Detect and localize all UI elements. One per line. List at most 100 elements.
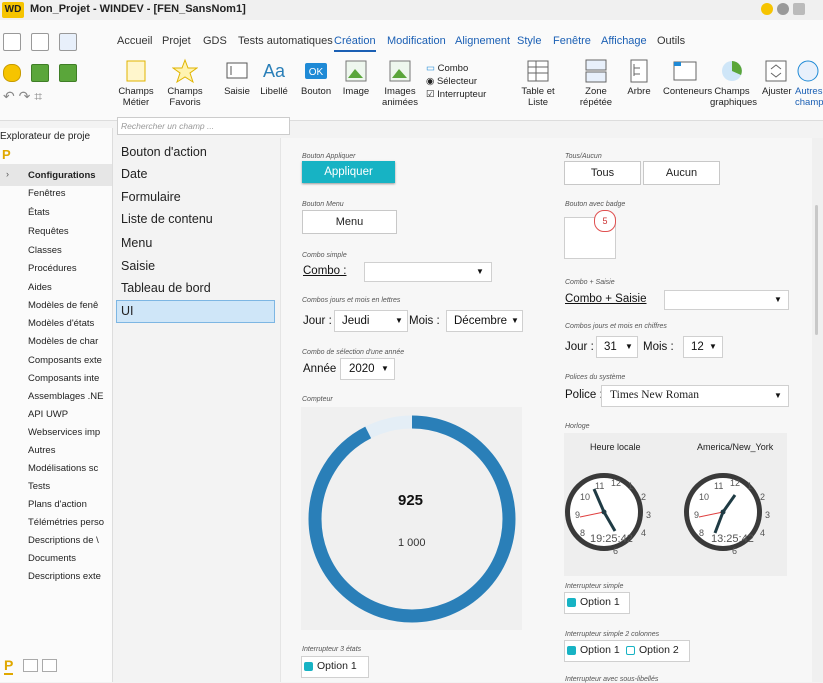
- libelle-button[interactable]: Aa Libellé: [259, 58, 289, 97]
- open-icon[interactable]: [31, 33, 49, 51]
- combo-select[interactable]: [364, 262, 492, 282]
- category-item[interactable]: Formulaire: [121, 190, 181, 204]
- combo-saisie-select[interactable]: [664, 290, 789, 310]
- explorer-item[interactable]: Modèles d'états: [28, 318, 110, 329]
- appliquer-button[interactable]: Appliquer: [302, 161, 395, 183]
- mois-value: Décembre: [454, 315, 508, 327]
- explorer-item[interactable]: États: [28, 207, 110, 218]
- explorer-item[interactable]: Télémétries perso: [28, 517, 110, 528]
- chevron-down-icon[interactable]: ▼: [395, 316, 403, 325]
- category-item[interactable]: Date: [121, 167, 147, 181]
- status-icon[interactable]: [761, 3, 773, 15]
- scrollbar-thumb[interactable]: [815, 205, 818, 335]
- table-liste-button[interactable]: Table et Liste: [520, 58, 556, 108]
- tous-button[interactable]: Tous: [564, 161, 641, 185]
- tab-style[interactable]: Style: [517, 35, 541, 47]
- arbre-button[interactable]: Arbre: [624, 58, 654, 97]
- clock-numeral: 3: [646, 510, 652, 520]
- chevron-down-icon[interactable]: ▼: [511, 316, 519, 325]
- explorer-item[interactable]: Modélisations sc: [28, 463, 110, 474]
- category-item-ui[interactable]: UI: [121, 304, 134, 318]
- chevron-down-icon[interactable]: ▼: [625, 342, 633, 351]
- explorer-item[interactable]: Documents: [28, 553, 110, 564]
- tab-tests[interactable]: Tests automatiques: [238, 35, 333, 47]
- interrupteur-button[interactable]: ☑ Interrupteur: [426, 89, 486, 100]
- explorer-item[interactable]: Modèles de char: [28, 336, 110, 347]
- window-tab-icon[interactable]: [42, 659, 57, 672]
- explorer-item[interactable]: Descriptions exte: [28, 571, 110, 582]
- images-animees-button[interactable]: Images animées: [382, 58, 418, 108]
- tab-projet[interactable]: Projet: [162, 35, 191, 47]
- ajuster-button[interactable]: Ajuster: [762, 58, 792, 97]
- explorer-item[interactable]: Fenêtres: [28, 188, 110, 199]
- checkbox-icon: ☑: [426, 89, 435, 100]
- category-item[interactable]: Tableau de bord: [121, 281, 211, 295]
- tab-fenetre[interactable]: Fenêtre: [553, 35, 591, 47]
- aucun-button[interactable]: Aucun: [643, 161, 720, 185]
- tab-accueil[interactable]: Accueil: [117, 35, 152, 47]
- explorer-item[interactable]: Webservices imp: [28, 427, 110, 438]
- combo-icon: ▭: [426, 63, 435, 74]
- chevron-down-icon[interactable]: ▼: [774, 295, 782, 304]
- tree-tab-icon[interactable]: [23, 659, 38, 672]
- test-icon[interactable]: [31, 64, 49, 82]
- tab-alignement[interactable]: Alignement: [455, 35, 510, 47]
- chevron-down-icon[interactable]: ▼: [709, 342, 717, 351]
- explorer-item[interactable]: Tests: [28, 481, 110, 492]
- tab-gds[interactable]: GDS: [203, 35, 227, 47]
- combo-button[interactable]: ▭ Combo: [426, 63, 468, 74]
- zone-repetee-icon: [583, 58, 609, 84]
- champs-graphiques-button[interactable]: Champs graphiques: [710, 58, 757, 108]
- explorer-item[interactable]: Plans d'action: [28, 499, 110, 510]
- tab-creation[interactable]: Création: [334, 35, 376, 52]
- checkbox-empty-icon[interactable]: [626, 646, 635, 655]
- explorer-item[interactable]: Assemblages .NE: [28, 391, 110, 402]
- category-item[interactable]: Liste de contenu: [121, 212, 213, 226]
- autres-champs-button[interactable]: Autres champ: [795, 58, 823, 108]
- explorer-item[interactable]: Classes: [28, 245, 110, 256]
- explorer-item[interactable]: Procédures: [28, 263, 110, 274]
- combo-field-label: Combo :: [303, 265, 347, 277]
- conteneurs-button[interactable]: Conteneurs: [663, 58, 712, 97]
- explorer-item[interactable]: Configurations: [28, 170, 110, 181]
- search-input[interactable]: Rechercher un champ ...: [117, 117, 290, 135]
- jour-label: Jour :: [303, 315, 332, 327]
- category-item[interactable]: Saisie: [121, 259, 155, 273]
- explorer-item[interactable]: Composants exte: [28, 355, 110, 366]
- window-icon[interactable]: [793, 3, 805, 15]
- chevron-down-icon[interactable]: ▼: [774, 391, 782, 400]
- explorer-item[interactable]: Aides: [28, 282, 110, 293]
- save-icon[interactable]: [59, 33, 77, 51]
- explorer-item[interactable]: Descriptions de \: [28, 535, 110, 546]
- chevron-right-icon[interactable]: ›: [6, 169, 9, 179]
- tab-affichage[interactable]: Affichage: [601, 35, 647, 47]
- saisie-button[interactable]: Saisie: [222, 58, 252, 97]
- menu-button[interactable]: Menu: [302, 210, 397, 234]
- bouton-button[interactable]: OK Bouton: [301, 58, 331, 97]
- selecteur-button[interactable]: ◉ Sélecteur: [426, 76, 477, 87]
- explorer-item[interactable]: API UWP: [28, 409, 110, 420]
- project-tab-icon[interactable]: P: [4, 657, 14, 675]
- category-item[interactable]: Bouton d'action: [121, 145, 207, 159]
- tab-outils[interactable]: Outils: [657, 35, 685, 47]
- settings-icon[interactable]: [777, 3, 789, 15]
- explorer-item[interactable]: Composants inte: [28, 373, 110, 384]
- chevron-down-icon[interactable]: ▼: [381, 364, 389, 373]
- zone-repetee-button[interactable]: Zone répétée: [578, 58, 614, 108]
- explorer-item[interactable]: Requêtes: [28, 226, 110, 237]
- champs-metier-button[interactable]: Champs Métier: [118, 58, 154, 108]
- undo-icon[interactable]: ↶ ↷ ⌗: [3, 88, 42, 105]
- tab-modification[interactable]: Modification: [387, 35, 446, 47]
- interrupteur2col-option2: Option 2: [639, 644, 679, 656]
- champs-favoris-button[interactable]: Champs Favoris: [167, 58, 203, 108]
- new-icon[interactable]: [3, 33, 21, 51]
- go-icon[interactable]: [3, 64, 21, 82]
- image-label: Image: [342, 86, 370, 97]
- category-item[interactable]: Menu: [121, 236, 152, 250]
- explorer-item[interactable]: Autres: [28, 445, 110, 456]
- chevron-down-icon[interactable]: ▼: [476, 267, 484, 276]
- image-button[interactable]: Image: [341, 58, 371, 97]
- generate-icon[interactable]: [59, 64, 77, 82]
- explorer-item[interactable]: Modèles de fenê: [28, 300, 110, 311]
- combos-lettres-caption: Combos jours et mois en lettres: [302, 297, 401, 304]
